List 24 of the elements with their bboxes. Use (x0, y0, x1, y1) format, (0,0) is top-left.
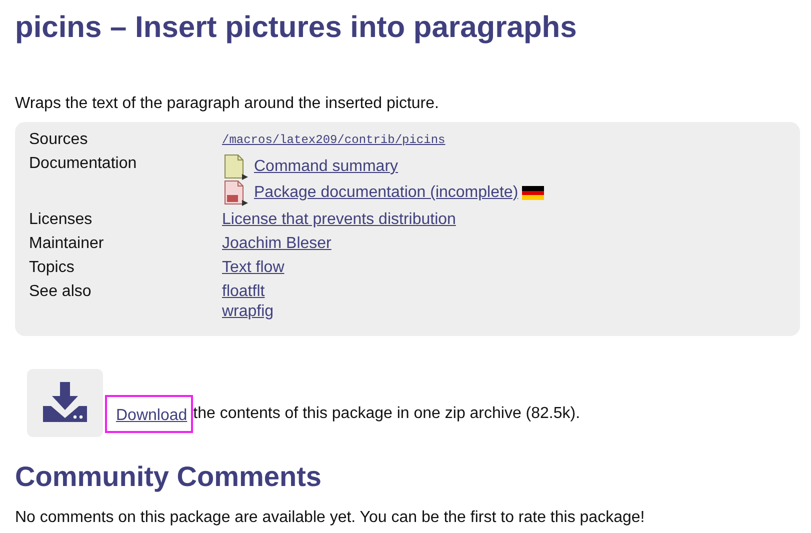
german-flag-icon (522, 186, 544, 200)
detail-link[interactable]: Text flow (222, 258, 284, 278)
detail-link[interactable]: floatflt (222, 282, 265, 302)
detail-link[interactable]: wrapfig (222, 302, 274, 322)
field-label: Licenses (29, 210, 94, 230)
field-label: Maintainer (29, 234, 105, 254)
detail-link[interactable]: License that prevents distribution (222, 210, 456, 230)
dvi-file-icon (222, 180, 250, 206)
download-tile[interactable] (27, 369, 103, 437)
detail-link[interactable]: Joachim Bleser (222, 234, 332, 254)
download-text: the contents of this package in one zip archive (82.5k). (193, 405, 580, 423)
documentation-link[interactable]: Package documentation (incomplete) (254, 183, 518, 203)
source-path-link[interactable]: /macros/latex209/contrib/picins (222, 130, 446, 150)
section-heading: Community Comments (15, 460, 322, 494)
comments-text: No comments on this package are available yet. You can be the first to rate this package! (15, 509, 646, 527)
description: Wraps the text of the paragraph around the inserted picture. (15, 94, 440, 114)
field-label: See also (29, 282, 92, 302)
field-label: Topics (29, 258, 76, 278)
field-label: Sources (29, 130, 89, 150)
documentation-link[interactable]: Command summary (254, 157, 398, 177)
page-title: picins – Insert pictures into paragraphs (15, 10, 578, 46)
field-label: Documentation (29, 154, 138, 174)
download-link[interactable]: Download (105, 395, 194, 433)
document-icon (222, 154, 250, 180)
